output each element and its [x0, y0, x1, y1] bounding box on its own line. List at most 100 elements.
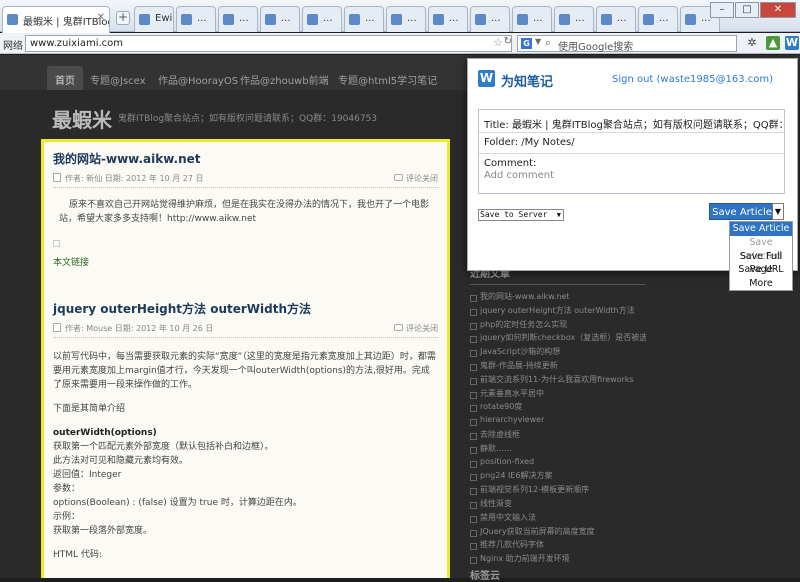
- navigation-bar: 网络 www.zuixiami.com ☆ ↻ G ▼ ⌕ 使用Google搜索: [0, 33, 800, 54]
- comment-field[interactable]: Comment: Add comment: [479, 154, 784, 193]
- post-title[interactable]: jquery outerHeight方法 outerWidth方法: [53, 300, 438, 317]
- tab[interactable]: ...: [596, 6, 636, 32]
- address-bar[interactable]: www.zuixiami.com ☆ ↻: [25, 35, 512, 52]
- post-meta-text: 作者: 新仙 日期: 2012 年 10 月 27 日: [65, 174, 204, 183]
- post-meta: 作者: 新仙 日期: 2012 年 10 月 27 日 评论关闭: [53, 173, 438, 188]
- document-icon: [53, 323, 61, 332]
- favicon-icon: [265, 14, 276, 25]
- maximize-icon[interactable]: □: [735, 2, 759, 18]
- sidebar-item[interactable]: 我的网站-www.aikw.net: [470, 291, 646, 305]
- favicon-icon: [601, 14, 612, 25]
- tab[interactable]: ...: [302, 6, 342, 32]
- tab-label: Ewi...: [155, 13, 173, 24]
- sidebar-item[interactable]: JavaScript沙箱的构想: [470, 346, 646, 360]
- sidebar-item[interactable]: Nginx 助力前端开发环境: [470, 553, 646, 567]
- favicon-icon: [7, 14, 18, 25]
- nav-html5[interactable]: 专题@html5学习笔记: [330, 66, 445, 90]
- nav-jscex[interactable]: 专题@Jscex: [82, 66, 154, 90]
- method-line: 获取第一个匹配元素外部宽度（默认包括补白和边框）。: [53, 442, 274, 452]
- chevron-down-icon[interactable]: ▼: [535, 37, 541, 46]
- tab-bar: 最蝦米 | 鬼群ITBlog聚... ✕ + Ewi... ... ... ..…: [0, 0, 800, 33]
- clipper-popup: W 为知笔记 Sign out (waste1985@163.com) Titl…: [467, 58, 798, 291]
- close-window-icon[interactable]: ✕: [760, 2, 796, 18]
- tools-icon[interactable]: ✲: [745, 36, 759, 50]
- tab[interactable]: ...: [554, 6, 594, 32]
- sidebar-item[interactable]: png24 IE6解决方案: [470, 470, 646, 484]
- tab-label: ...: [491, 13, 501, 24]
- tab[interactable]: ...: [512, 6, 552, 32]
- sidebar-item[interactable]: hierarchyviewer: [470, 415, 646, 429]
- sidebar-item[interactable]: rotate90度: [470, 401, 646, 415]
- sidebar-item[interactable]: position-fixed: [470, 457, 646, 471]
- close-tab-icon[interactable]: ✕: [97, 12, 105, 23]
- tab-label: ...: [617, 13, 627, 24]
- broken-image-icon: [53, 240, 60, 247]
- menu-save-article[interactable]: Save Article: [730, 222, 792, 236]
- sidebar-item[interactable]: 禁用中文输入法: [470, 512, 646, 526]
- tab-label: ...: [365, 13, 375, 24]
- favicon-icon: [349, 14, 360, 25]
- tab[interactable]: ...: [344, 6, 384, 32]
- sidebar-item[interactable]: jquery如何判断checkbox（复选框）是否被选中: [470, 332, 646, 346]
- clip-form: Title: 最蝦米 | 鬼群ITBlog聚合站点；如有版权问题请联系；QQ群：…: [478, 109, 785, 194]
- sidebar-item[interactable]: 去除虚线框: [470, 429, 646, 443]
- tab[interactable]: Ewi...: [134, 6, 174, 32]
- tab[interactable]: ...: [260, 6, 300, 32]
- nav-home[interactable]: 首页: [47, 66, 83, 90]
- post-title[interactable]: 我的网站-www.aikw.net: [53, 150, 438, 167]
- new-tab-button[interactable]: +: [116, 11, 130, 25]
- reload-icon[interactable]: ↻: [504, 36, 512, 47]
- sidebar-item[interactable]: 元素垂直水平居中: [470, 388, 646, 402]
- tab[interactable]: ...: [176, 6, 216, 32]
- sign-out-link[interactable]: Sign out (waste1985@163.com): [612, 74, 773, 85]
- tab-label: ...: [323, 13, 333, 24]
- sidebar-item[interactable]: 鬼群-作品展-持续更新: [470, 360, 646, 374]
- method-line: 此方法对可见和隐藏元素均有效。: [53, 456, 189, 466]
- tab[interactable]: ...: [470, 6, 510, 32]
- tab[interactable]: ...: [386, 6, 426, 32]
- title-field[interactable]: Title: 最蝦米 | 鬼群ITBlog聚合站点；如有版权问题请联系；QQ群：…: [479, 110, 784, 133]
- code-label: HTML 代码:: [53, 550, 102, 560]
- tab-label: ...: [197, 13, 207, 24]
- post-permalink[interactable]: 本文链接: [53, 255, 438, 268]
- sidebar-item[interactable]: 前端交流系列11-为什么我喜欢用fireworks: [470, 374, 646, 388]
- favicon-icon: [181, 14, 192, 25]
- bookmark-star-icon[interactable]: ☆: [493, 36, 503, 49]
- save-destination-select[interactable]: Save to Server ▼: [478, 209, 564, 221]
- tab[interactable]: ...: [428, 6, 468, 32]
- folder-field[interactable]: Folder: /My Notes/: [479, 133, 784, 154]
- save-options-menu: Save Article Save Selected Save Full Pag…: [729, 221, 793, 291]
- window-controls: – □ ✕: [710, 2, 796, 18]
- sidebar-item[interactable]: jquery outerHeight方法 outerWidth方法: [470, 305, 646, 319]
- wiz-extension-icon[interactable]: W: [785, 36, 799, 50]
- sidebar-item[interactable]: JQuery获取当前屏幕的高度宽度: [470, 526, 646, 540]
- tab[interactable]: ...: [218, 6, 258, 32]
- post-meta-text: 作者: Mouse 日期: 2012 年 10 月 26 日: [65, 324, 214, 333]
- tab-active[interactable]: 最蝦米 | 鬼群ITBlog聚... ✕: [2, 6, 110, 33]
- chevron-down-icon: ▼: [774, 207, 782, 216]
- menu-save-full-page[interactable]: Save Full Page: [730, 250, 792, 276]
- site-title[interactable]: 最蝦米: [52, 104, 112, 133]
- google-icon[interactable]: G: [521, 38, 532, 49]
- sidebar-item[interactable]: 前端视觉系列12-模板更新顺序: [470, 484, 646, 498]
- save-article-button[interactable]: Save Article: [709, 203, 775, 220]
- minimize-icon[interactable]: –: [710, 2, 734, 18]
- save-options-dropdown-button[interactable]: ▼: [772, 203, 784, 220]
- method-line: 返回值：Integer: [53, 470, 122, 480]
- menu-save-url[interactable]: Save URL: [730, 263, 792, 277]
- comment-label: Comment:: [484, 158, 537, 169]
- sidebar-item[interactable]: 静默……: [470, 443, 646, 457]
- tab-label: ...: [575, 13, 585, 24]
- menu-more[interactable]: More: [730, 277, 792, 291]
- method-name: outerWidth(options): [53, 426, 438, 440]
- tab-label: ...: [407, 13, 417, 24]
- nav-zhouwb[interactable]: 作品@zhouwb前端: [232, 66, 337, 90]
- post-body: 原来不喜欢自己开网站觉得维护麻烦，但是在我实在没得办法的情况下，我也开了一个电影…: [59, 200, 430, 224]
- site-description: 鬼群ITBlog聚合站点；如有版权问题请联系；QQ群：19046753: [118, 114, 378, 124]
- search-input[interactable]: G ▼ ⌕ 使用Google搜索: [517, 35, 737, 53]
- sidebar-item[interactable]: 推荐几款代码字体: [470, 539, 646, 553]
- sidebar-item[interactable]: 线性渐变: [470, 498, 646, 512]
- extension-icon[interactable]: ▲: [766, 36, 780, 50]
- sidebar-item[interactable]: php的定时任务怎么实现: [470, 319, 646, 333]
- tab[interactable]: ...: [638, 6, 678, 32]
